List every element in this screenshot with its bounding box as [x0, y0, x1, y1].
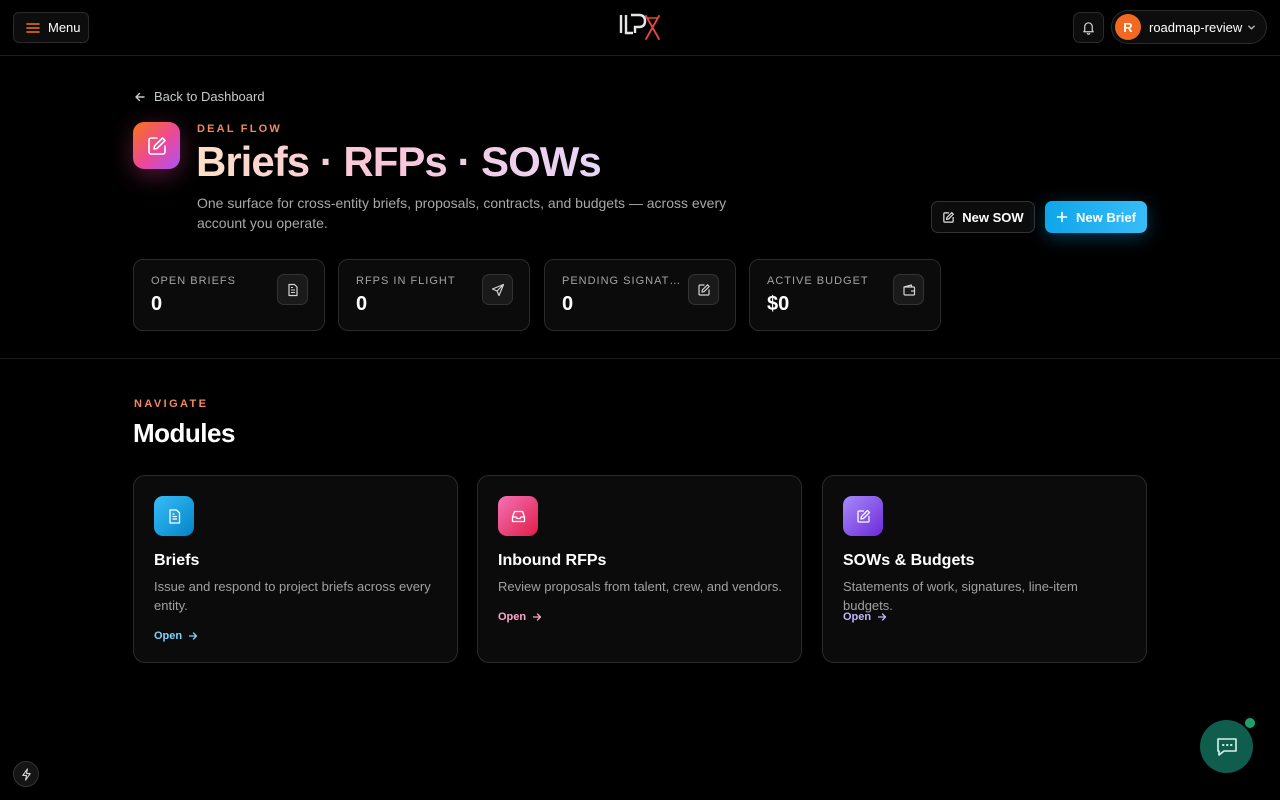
new-brief-button[interactable]: New Brief [1045, 201, 1147, 233]
stat-value: 0 [356, 293, 368, 315]
stat-value: $0 [767, 293, 790, 315]
module-title: Inbound RFPs [498, 552, 607, 569]
send-icon [482, 274, 513, 305]
stat-value: 0 [562, 293, 574, 315]
inbox-icon [498, 496, 538, 536]
stat-label: ACTIVE BUDGET [767, 275, 869, 287]
section-eyebrow: DEAL FLOW [197, 123, 282, 135]
edit-icon [843, 496, 883, 536]
module-description: Review proposals from talent, crew, and … [498, 579, 782, 594]
modules-title: Modules [133, 418, 235, 448]
chat-icon [1216, 737, 1237, 756]
online-status-dot [1243, 716, 1257, 730]
document-icon [154, 496, 194, 536]
open-label: Open [154, 630, 183, 642]
new-sow-button[interactable]: New SOW [931, 201, 1035, 233]
module-open-link[interactable]: Open [154, 630, 198, 642]
edit-icon [943, 211, 955, 223]
open-label: Open [498, 611, 527, 623]
stat-card-active-budget: ACTIVE BUDGET $0 [749, 259, 941, 331]
bell-icon [1083, 22, 1094, 35]
notifications-button[interactable] [1073, 12, 1104, 43]
module-card-sows-budgets[interactable]: SOWs & Budgets Statements of work, signa… [822, 475, 1147, 663]
menu-button[interactable]: Menu [13, 12, 89, 43]
module-open-link[interactable]: Open [498, 611, 542, 623]
edit-icon [147, 136, 166, 155]
user-menu-button[interactable]: R roadmap-review [1111, 10, 1267, 44]
bolt-icon [21, 767, 31, 781]
stat-label: RFPS IN FLIGHT [356, 275, 456, 287]
page-title: Briefs · RFPs · SOWs [196, 138, 602, 185]
module-card-briefs[interactable]: Briefs Issue and respond to project brie… [133, 475, 458, 663]
arrow-right-icon [532, 613, 542, 621]
top-bar: Menu R roadmap-review [0, 0, 1280, 56]
deal-flow-icon [133, 122, 180, 169]
open-label: Open [843, 611, 872, 623]
module-card-inbound-rfps[interactable]: Inbound RFPs Review proposals from talen… [477, 475, 802, 663]
edit-icon [688, 274, 719, 305]
avatar: R [1115, 14, 1141, 40]
back-to-dashboard-link[interactable]: Back to Dashboard [134, 89, 265, 104]
menu-label: Menu [48, 20, 81, 35]
document-icon [277, 274, 308, 305]
stat-card-rfps-in-flight: RFPS IN FLIGHT 0 [338, 259, 530, 331]
back-label: Back to Dashboard [154, 89, 265, 104]
stat-card-open-briefs: OPEN BRIEFS 0 [133, 259, 325, 331]
arrow-left-icon [135, 92, 145, 101]
module-title: SOWs & Budgets [843, 552, 975, 569]
arrow-right-icon [188, 632, 198, 640]
brand-logo[interactable] [619, 12, 663, 42]
user-name: roadmap-review [1149, 19, 1243, 35]
wallet-icon [893, 274, 924, 305]
hamburger-icon [26, 22, 40, 33]
modules-eyebrow: NAVIGATE [134, 398, 209, 410]
module-open-link[interactable]: Open [843, 611, 887, 623]
arrow-right-icon [877, 613, 887, 621]
stat-label: PENDING SIGNATURES [562, 275, 686, 287]
chevron-down-icon [1248, 25, 1255, 30]
new-brief-label: New Brief [1076, 209, 1136, 225]
section-divider [0, 358, 1280, 359]
module-description: Statements of work, signatures, line-ite… [843, 579, 1078, 613]
plus-icon [1056, 211, 1068, 223]
quick-actions-button[interactable] [13, 761, 39, 787]
page-description: One surface for cross-entity briefs, pro… [197, 195, 727, 231]
module-title: Briefs [154, 552, 200, 569]
stat-label: OPEN BRIEFS [151, 275, 236, 287]
new-sow-label: New SOW [962, 209, 1024, 225]
stat-value: 0 [151, 293, 163, 315]
module-description: Issue and respond to project briefs acro… [154, 579, 431, 613]
stat-card-pending-signatures: PENDING SIGNATURES 0 [544, 259, 736, 331]
